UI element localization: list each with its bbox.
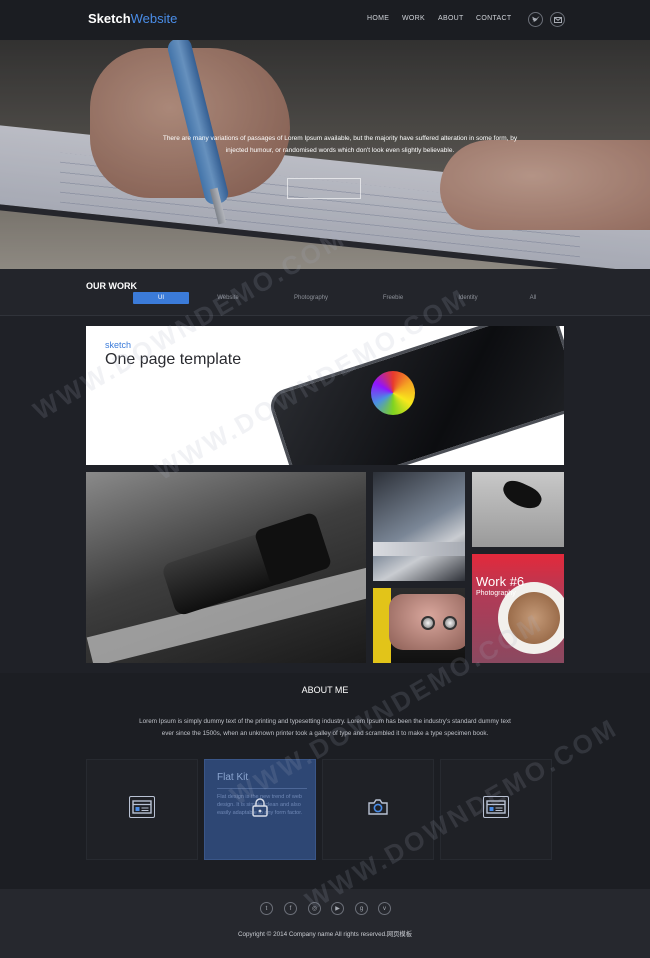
hero-banner: There are many variations of passages of… — [0, 40, 650, 269]
portfolio-tile-car[interactable] — [373, 588, 465, 663]
portfolio-tile-sunglasses[interactable] — [472, 472, 564, 547]
hero-text-line2: injected humour, or randomised words whi… — [225, 147, 455, 154]
banner-brand: sketch — [105, 340, 132, 350]
browser-icon — [129, 796, 155, 818]
google-plus-icon[interactable]: g — [355, 902, 368, 915]
nav-work[interactable]: WORK — [402, 15, 425, 22]
filter-website[interactable]: Website — [205, 292, 251, 304]
color-wheel-logo — [371, 371, 415, 415]
browser-icon — [483, 796, 509, 818]
portfolio-tile-iphone[interactable] — [373, 472, 465, 581]
lock-icon — [247, 796, 273, 818]
about-text-line2: ever since the 1500s, when an unknown pr… — [161, 730, 489, 737]
tile-title: Work #6 — [476, 574, 525, 589]
filter-identity[interactable]: Identity — [447, 292, 489, 304]
dribbble-icon[interactable]: ◎ — [308, 902, 321, 915]
portfolio-tile-camera[interactable] — [86, 472, 366, 663]
tile-category: Photography — [476, 590, 516, 597]
car-headlight — [443, 616, 457, 630]
portfolio-featured-card[interactable]: sketch One page template — [86, 326, 564, 465]
youtube-icon[interactable]: ▶ — [331, 902, 344, 915]
nav-contact[interactable]: CONTACT — [476, 15, 511, 22]
camera-icon — [365, 796, 391, 818]
car-headlight — [421, 616, 435, 630]
logo-light: Website — [130, 11, 178, 26]
copyright-text: Copyright © 2014 Company name All rights… — [237, 931, 413, 938]
about-text-line1: Lorem Ipsum is simply dummy text of the … — [139, 718, 511, 725]
feature-card-4[interactable] — [440, 759, 552, 860]
work-title: OUR WORK — [86, 281, 137, 291]
feature-card-2[interactable]: Flat Kit Flat design is the new trend of… — [204, 759, 316, 860]
feature-divider — [217, 788, 307, 789]
hero-text-line1: There are many variations of passages of… — [162, 135, 518, 142]
mail-icon[interactable] — [550, 12, 565, 27]
site-header: SketchWebsite HOME WORK ABOUT CONTACT — [0, 0, 650, 40]
nav-about[interactable]: ABOUT — [438, 15, 464, 22]
twitter-icon[interactable]: t — [260, 902, 273, 915]
work-filter-bar: OUR WORK UI Website Photography Freebie … — [0, 269, 650, 316]
hero-button[interactable] — [287, 178, 361, 199]
filter-ui[interactable]: UI — [133, 292, 189, 304]
site-logo[interactable]: SketchWebsite — [88, 11, 177, 26]
site-footer: t f ◎ ▶ g v Copyright © 2014 Company nam… — [0, 889, 650, 958]
facebook-icon[interactable]: f — [284, 902, 297, 915]
vimeo-icon[interactable]: v — [378, 902, 391, 915]
feature-card-1[interactable] — [86, 759, 198, 860]
phone-image — [266, 326, 564, 465]
feature-card-3[interactable] — [322, 759, 434, 860]
portfolio-tile-coffee[interactable]: Work #6 Photography — [472, 554, 564, 663]
filter-freebie[interactable]: Freebie — [372, 292, 414, 304]
twitter-icon[interactable] — [528, 12, 543, 27]
sunglasses-lens — [499, 476, 545, 514]
about-title: ABOUT ME — [301, 685, 349, 695]
coffee — [508, 592, 560, 644]
feature-title: Flat Kit — [217, 772, 249, 783]
nav-home[interactable]: HOME — [367, 15, 389, 22]
filter-photography[interactable]: Photography — [285, 292, 337, 304]
filter-all[interactable]: All — [522, 292, 544, 304]
iphone-edge — [373, 542, 465, 556]
logo-bold: Sketch — [88, 11, 131, 26]
about-section: ABOUT ME Lorem Ipsum is simply dummy tex… — [0, 673, 650, 889]
banner-title: One page template — [105, 351, 242, 368]
